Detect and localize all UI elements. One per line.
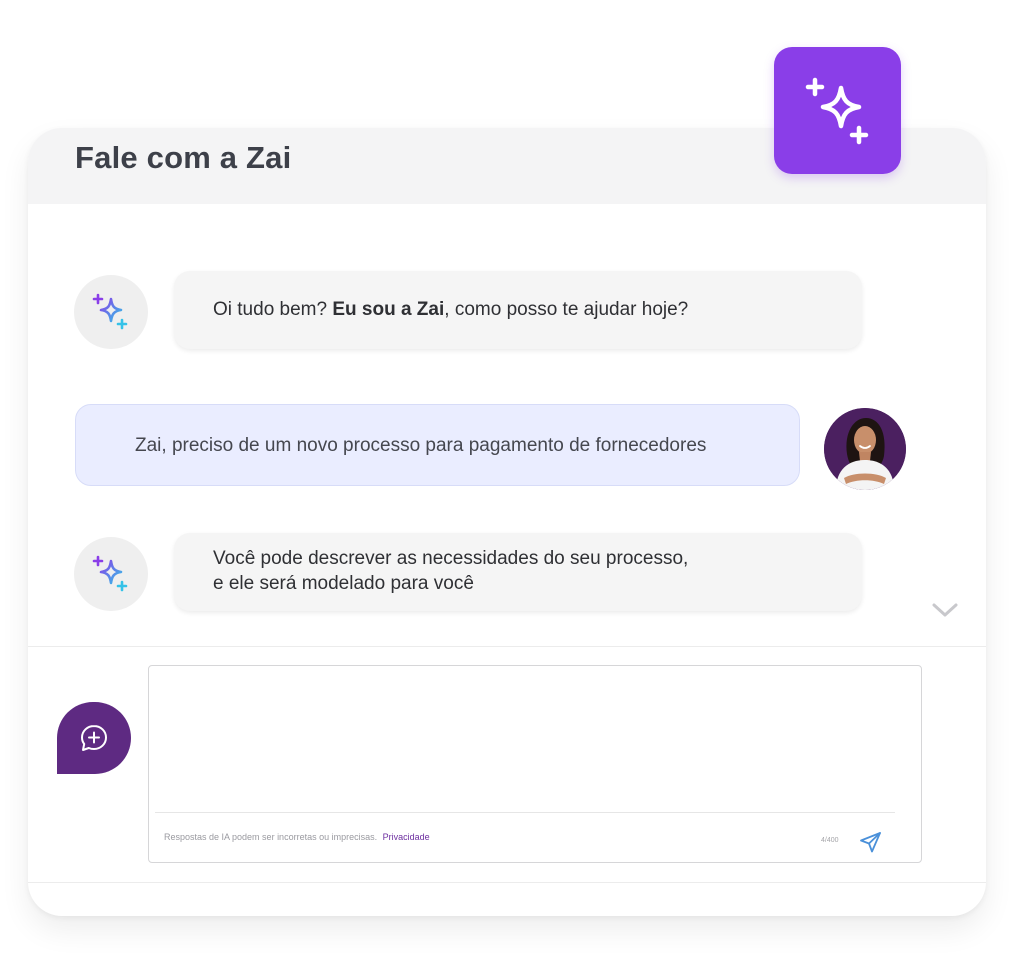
message-text-line: Você pode descrever as necessidades do s… xyxy=(213,548,689,569)
char-counter: 4/400 xyxy=(821,837,839,844)
message-text-part: Oi tudo bem? xyxy=(213,299,333,320)
scroll-down-button[interactable] xyxy=(930,600,960,620)
message-text: Oi tudo bem? Eu sou a Zai, como posso te… xyxy=(213,298,688,322)
message-text-bold: Eu sou a Zai xyxy=(332,299,445,320)
privacy-link[interactable]: Privacidade xyxy=(383,832,430,842)
message-composer: Respostas de IA podem ser incorretas ou … xyxy=(148,665,922,863)
chat-widget-screen: Fale com a Zai Oi tudo bem? Eu sou a Zai… xyxy=(0,0,1024,965)
message-input[interactable] xyxy=(155,672,919,814)
message-text-line: e ele será modelado para você xyxy=(213,573,474,594)
zai-badge xyxy=(774,47,901,174)
ai-message-bubble: Você pode descrever as necessidades do s… xyxy=(174,533,862,611)
sparkles-icon xyxy=(805,77,868,144)
chat-plus-icon xyxy=(81,725,107,751)
composer-divider xyxy=(28,646,986,647)
composer-separator xyxy=(155,812,895,813)
user-message-bubble: Zai, preciso de um novo processo para pa… xyxy=(75,404,800,486)
ai-avatar xyxy=(74,275,148,349)
ai-message-bubble: Oi tudo bem? Eu sou a Zai, como posso te… xyxy=(174,271,862,349)
ai-avatar xyxy=(74,537,148,611)
sparkles-icon xyxy=(92,293,128,330)
new-chat-button[interactable] xyxy=(57,702,131,774)
message-text-part: , como posso te ajudar hoje? xyxy=(444,299,689,320)
send-icon xyxy=(860,832,881,853)
sparkles-icon xyxy=(92,555,128,592)
disclaimer-text: Respostas de IA podem ser incorretas ou … xyxy=(164,832,378,842)
chevron-down-icon xyxy=(932,603,958,617)
user-avatar xyxy=(824,408,906,490)
message-text: Zai, preciso de um novo processo para pa… xyxy=(135,435,707,456)
footer-divider xyxy=(28,882,986,883)
ai-disclaimer: Respostas de IA podem ser incorretas ou … xyxy=(164,832,430,842)
chat-title: Fale com a Zai xyxy=(75,140,292,175)
user-photo-illustration xyxy=(824,408,906,490)
send-button[interactable] xyxy=(857,828,885,856)
